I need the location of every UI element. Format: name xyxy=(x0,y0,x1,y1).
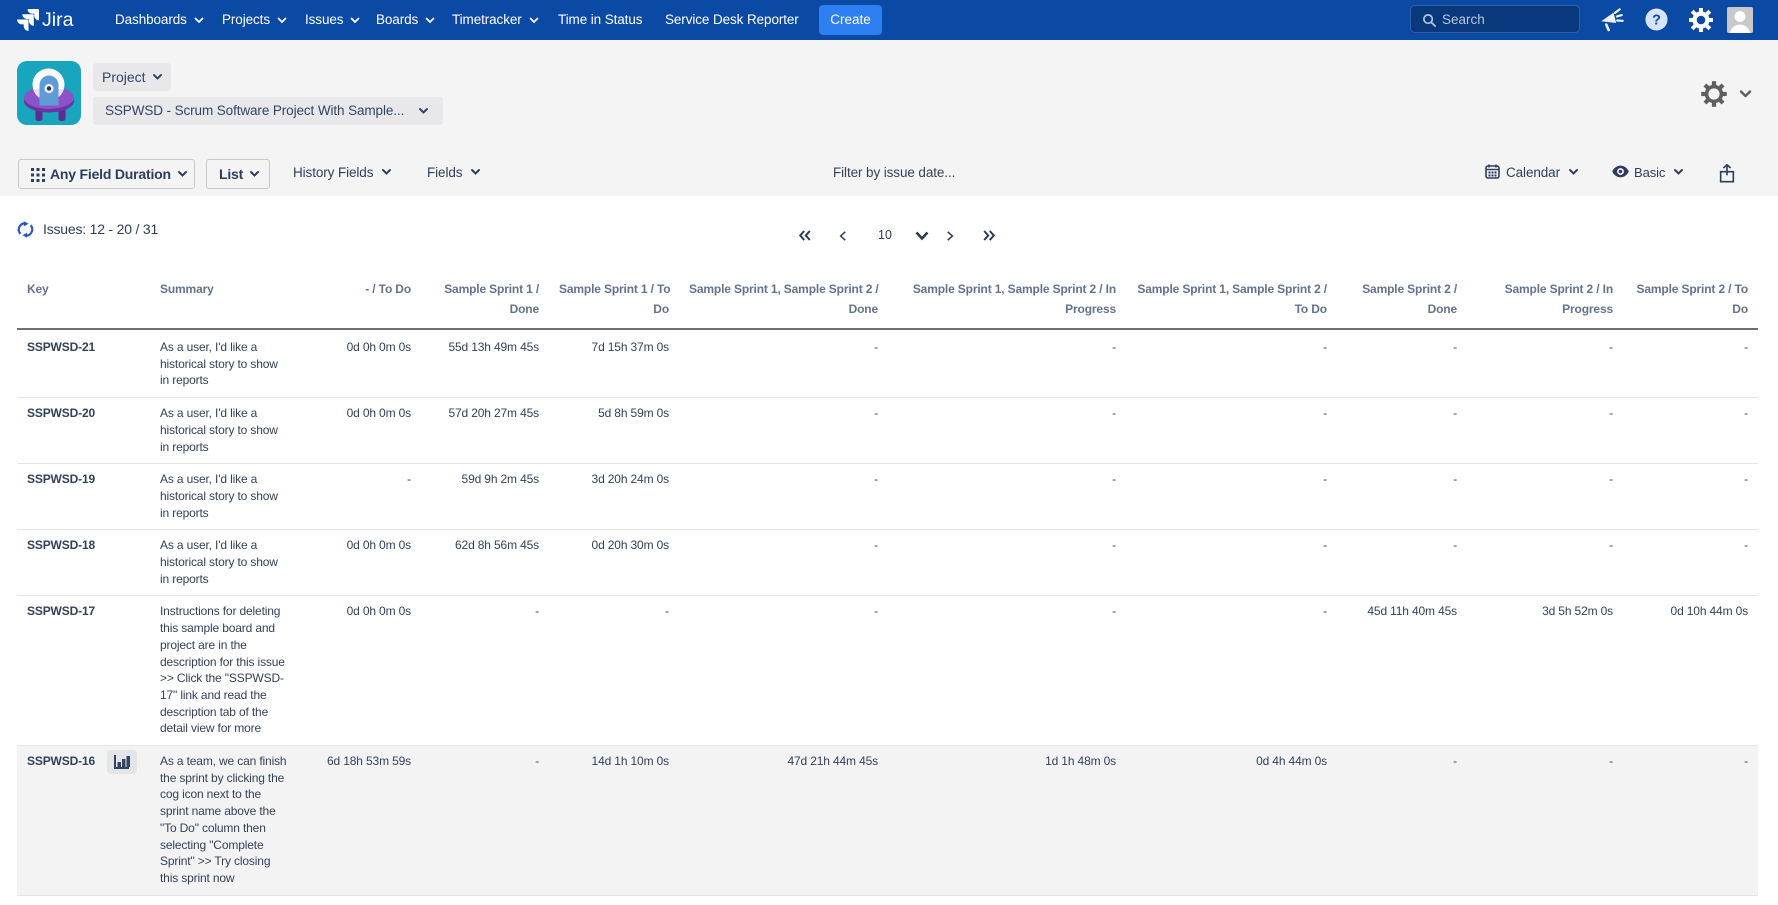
svg-text:?: ? xyxy=(1652,12,1661,28)
